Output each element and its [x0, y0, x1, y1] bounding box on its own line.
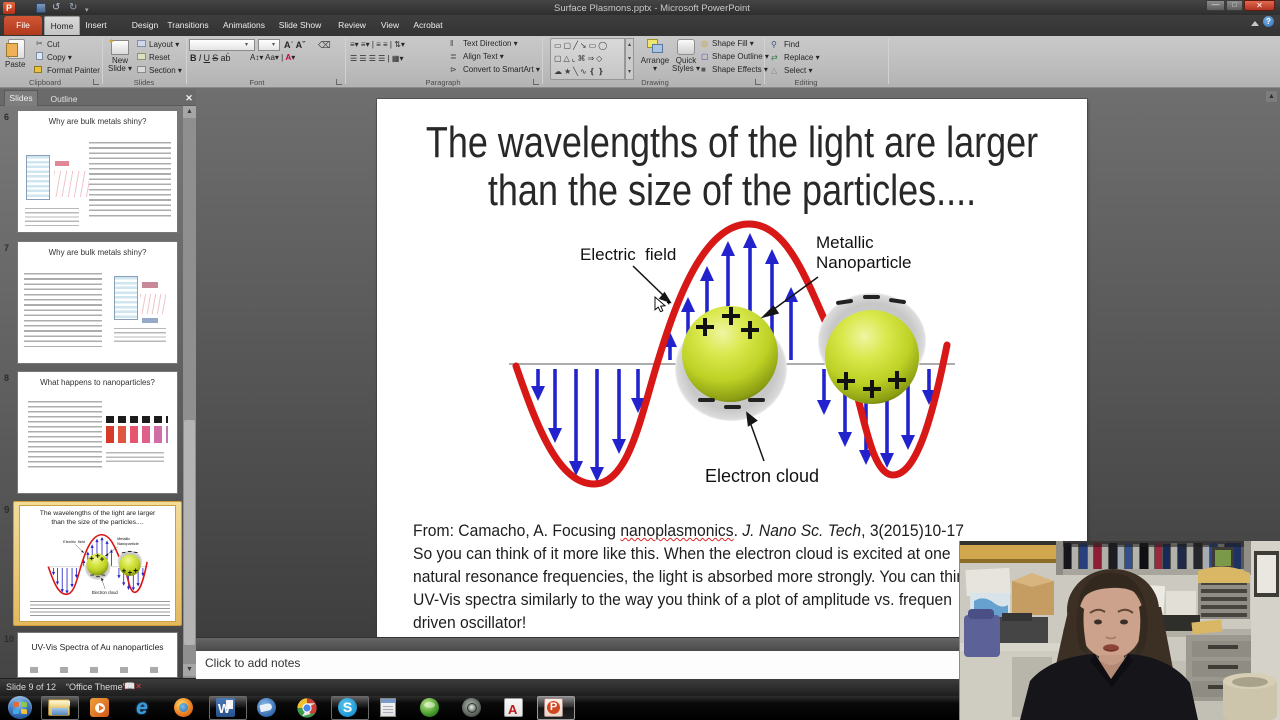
svg-text:Nanoparticle: Nanoparticle — [816, 253, 911, 272]
svg-text:Metallic: Metallic — [816, 233, 874, 252]
svg-text:Electric field: Electric field — [580, 245, 676, 264]
svg-text:Electron cloud: Electron cloud — [705, 466, 819, 486]
